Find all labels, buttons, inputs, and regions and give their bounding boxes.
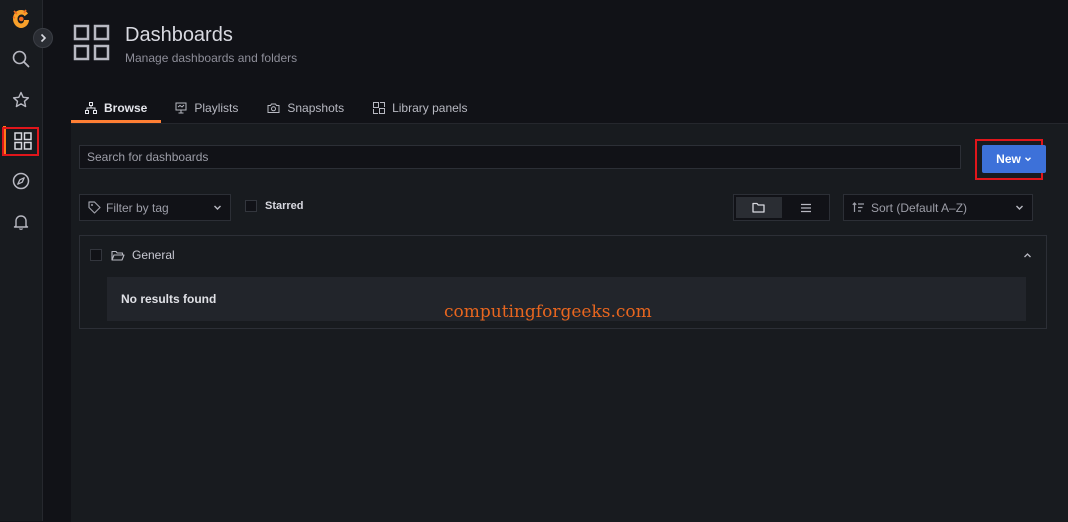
tag-icon: [88, 201, 101, 214]
compass-icon[interactable]: [3, 166, 39, 196]
tag-filter-placeholder: Filter by tag: [106, 200, 169, 215]
chevron-down-icon: [214, 205, 221, 210]
list-view-icon: [801, 203, 812, 212]
folder-name: General: [132, 248, 175, 262]
dashboards-header-icon: [73, 24, 111, 66]
starred-checkbox[interactable]: [245, 200, 257, 212]
dashboards-grid-icon[interactable]: [3, 126, 39, 156]
sort-label: Sort (Default A–Z): [871, 200, 968, 215]
tab-playlists[interactable]: Playlists: [161, 96, 253, 120]
chevron-down-icon: [1024, 157, 1031, 162]
sort-select[interactable]: Sort (Default A–Z): [843, 194, 1033, 221]
search-input[interactable]: [79, 145, 961, 169]
grafana-logo-icon[interactable]: [3, 4, 39, 34]
search-icon[interactable]: [3, 44, 39, 74]
tag-filter-select[interactable]: Filter by tag: [79, 194, 231, 221]
sitemap-icon: [85, 102, 97, 114]
chevron-right-icon: [40, 33, 47, 43]
library-panels-icon: [373, 102, 386, 114]
sidebar: [0, 0, 43, 521]
expand-sidebar-button[interactable]: [33, 28, 53, 48]
tab-browse[interactable]: Browse: [71, 96, 162, 123]
new-button-label: New: [996, 152, 1021, 166]
tab-library-panels[interactable]: Library panels: [359, 96, 482, 120]
starred-filter[interactable]: Starred: [245, 200, 304, 212]
bell-icon[interactable]: [3, 207, 39, 237]
folder-checkbox[interactable]: [90, 249, 102, 261]
folder-header[interactable]: General: [90, 248, 175, 262]
folder-view-icon: [752, 202, 765, 213]
watermark: computingforgeeks.com: [444, 302, 652, 322]
tab-label: Playlists: [194, 101, 239, 115]
page-subtitle: Manage dashboards and folders: [125, 51, 298, 65]
tab-label: Snapshots: [287, 101, 345, 115]
page-title: Dashboards: [125, 24, 233, 46]
presentation-icon: [175, 102, 187, 114]
browse-content: New Filter by tag Starred Sort (Default …: [71, 123, 1068, 522]
star-icon[interactable]: [3, 85, 39, 115]
new-button[interactable]: New: [982, 145, 1046, 173]
main-area: Dashboards Manage dashboards and folders…: [57, 0, 1068, 522]
starred-label: Starred: [265, 200, 304, 212]
tab-snapshots[interactable]: Snapshots: [253, 96, 359, 120]
list-view-button[interactable]: [784, 195, 830, 220]
tab-label: Browse: [104, 101, 148, 115]
folder-view-button[interactable]: [736, 197, 782, 218]
sort-icon: [852, 202, 864, 212]
view-mode-toggle: [733, 194, 830, 221]
camera-icon: [267, 103, 280, 113]
folder-open-icon: [111, 250, 125, 261]
tab-label: Library panels: [392, 101, 468, 115]
chevron-up-icon[interactable]: [1023, 252, 1032, 259]
tab-bar: Browse Playlists Snapshots Library panel…: [71, 96, 482, 123]
chevron-down-icon: [1016, 205, 1023, 210]
